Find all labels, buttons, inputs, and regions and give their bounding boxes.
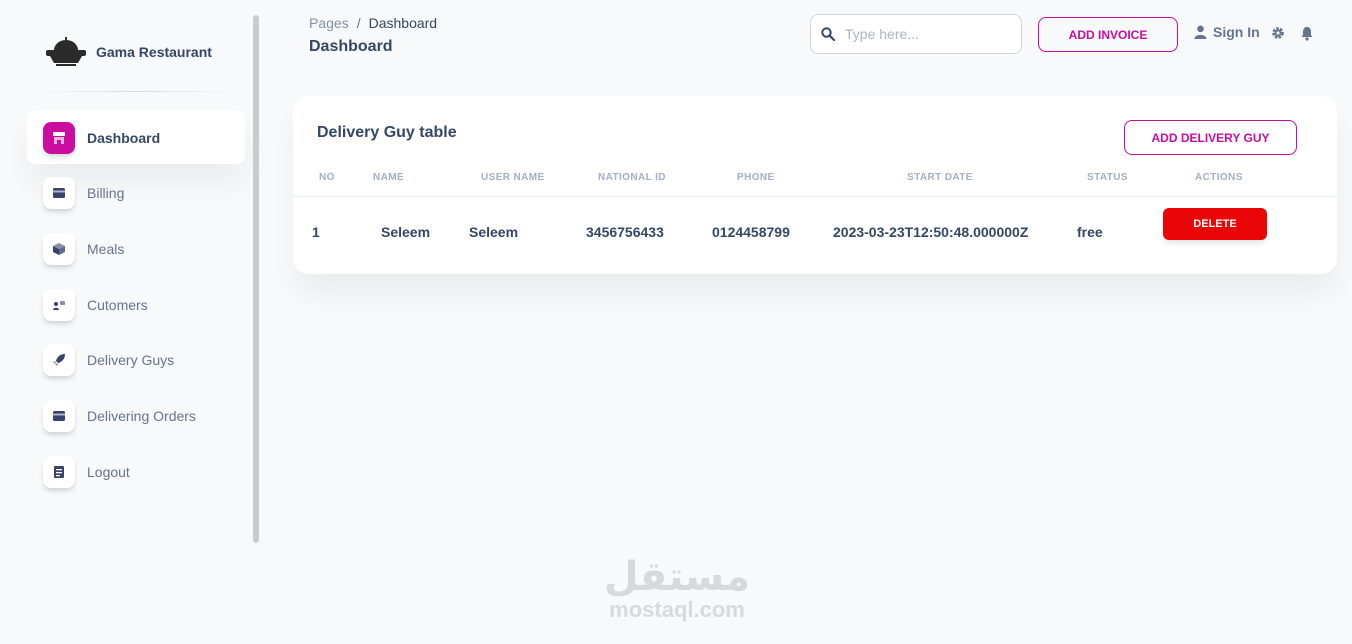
cell-national-id: 3456756433 <box>586 224 664 240</box>
sidebar-item-label: Dashboard <box>87 129 161 146</box>
document-icon <box>43 455 75 488</box>
search-input[interactable] <box>845 26 1005 42</box>
users-icon <box>43 288 75 321</box>
brand[interactable]: Gama Restaurant <box>44 36 212 68</box>
sidebar-divider <box>32 91 240 92</box>
mostaql-watermark: مستقل mostaql.com <box>596 556 758 622</box>
sidebar-item-label: Delivery Guys <box>87 352 175 369</box>
sidebar-item-customers[interactable]: Cutomers <box>27 278 245 331</box>
sidebar-item-label: Logout <box>87 463 130 480</box>
sidebar-item-billing[interactable]: Billing <box>27 167 245 220</box>
gear-icon[interactable] <box>1271 26 1285 45</box>
sidebar-item-meals[interactable]: Meals <box>27 222 245 275</box>
column-header-no: NO <box>319 172 335 183</box>
sidebar-item-logout[interactable]: Logout <box>27 445 245 498</box>
column-header-phone: PHONE <box>737 172 775 183</box>
credit-card-icon <box>43 399 75 432</box>
sign-in-link[interactable]: Sign In <box>1194 24 1260 40</box>
card-title: Delivery Guy table <box>317 124 457 141</box>
column-header-status: STATUS <box>1087 172 1128 183</box>
sidebar-item-label: Billing <box>87 185 125 202</box>
column-header-username: USER NAME <box>481 172 545 183</box>
sidebar-item-delivery-guys[interactable]: Delivery Guys <box>27 334 245 387</box>
cell-username: Seleem <box>469 224 519 240</box>
sidebar-item-label: Cutomers <box>87 296 148 313</box>
breadcrumb-current: Dashboard <box>368 15 438 31</box>
search-icon <box>821 27 835 41</box>
sidebar-item-label: Delivering Orders <box>87 407 196 424</box>
table-header-divider <box>293 196 1337 197</box>
shop-icon <box>43 121 75 154</box>
sidebar: Gama Restaurant Dashboard Billing Meals <box>0 0 262 644</box>
column-header-actions: ACTIONS <box>1195 172 1243 183</box>
sign-in-label: Sign In <box>1213 24 1260 40</box>
add-invoice-button[interactable]: ADD INVOICE <box>1038 17 1178 52</box>
cell-status: free <box>1077 224 1103 240</box>
add-delivery-guy-button[interactable]: ADD DELIVERY GUY <box>1124 120 1297 155</box>
breadcrumb: Pages / Dashboard <box>309 15 437 31</box>
page-title: Dashboard <box>309 38 393 55</box>
credit-card-icon <box>43 177 75 210</box>
sidebar-item-delivering-orders[interactable]: Delivering Orders <box>27 389 245 442</box>
sidebar-nav: Dashboard Billing Meals Cutomers Deliver… <box>27 111 245 501</box>
breadcrumb-separator: / <box>356 15 361 31</box>
box-3d-icon <box>43 232 75 265</box>
breadcrumb-root[interactable]: Pages <box>309 15 349 31</box>
user-icon <box>1194 25 1207 39</box>
sidebar-scrollbar[interactable] <box>253 15 259 543</box>
cell-phone: 0124458799 <box>712 224 790 240</box>
restaurant-logo-icon <box>46 37 86 66</box>
column-header-national-id: NATIONAL ID <box>598 172 666 183</box>
column-header-name: NAME <box>373 172 405 183</box>
cell-name: Seleem <box>381 224 431 240</box>
cell-start-date: 2023-03-23T12:50:48.000000Z <box>833 224 1029 240</box>
watermark-latin: mostaql.com <box>609 597 745 622</box>
watermark-arabic: مستقل <box>603 554 751 600</box>
column-header-start-date: START DATE <box>907 172 973 183</box>
rocket-icon <box>43 344 75 377</box>
sidebar-item-dashboard[interactable]: Dashboard <box>27 111 245 164</box>
brand-name: Gama Restaurant <box>96 44 212 60</box>
delete-button[interactable]: DELETE <box>1163 208 1267 240</box>
delivery-guy-card: Delivery Guy table ADD DELIVERY GUY NO N… <box>293 96 1337 274</box>
cell-no: 1 <box>312 224 320 240</box>
search-box[interactable] <box>810 14 1022 54</box>
sidebar-item-label: Meals <box>87 240 125 257</box>
bell-icon[interactable] <box>1300 26 1314 46</box>
